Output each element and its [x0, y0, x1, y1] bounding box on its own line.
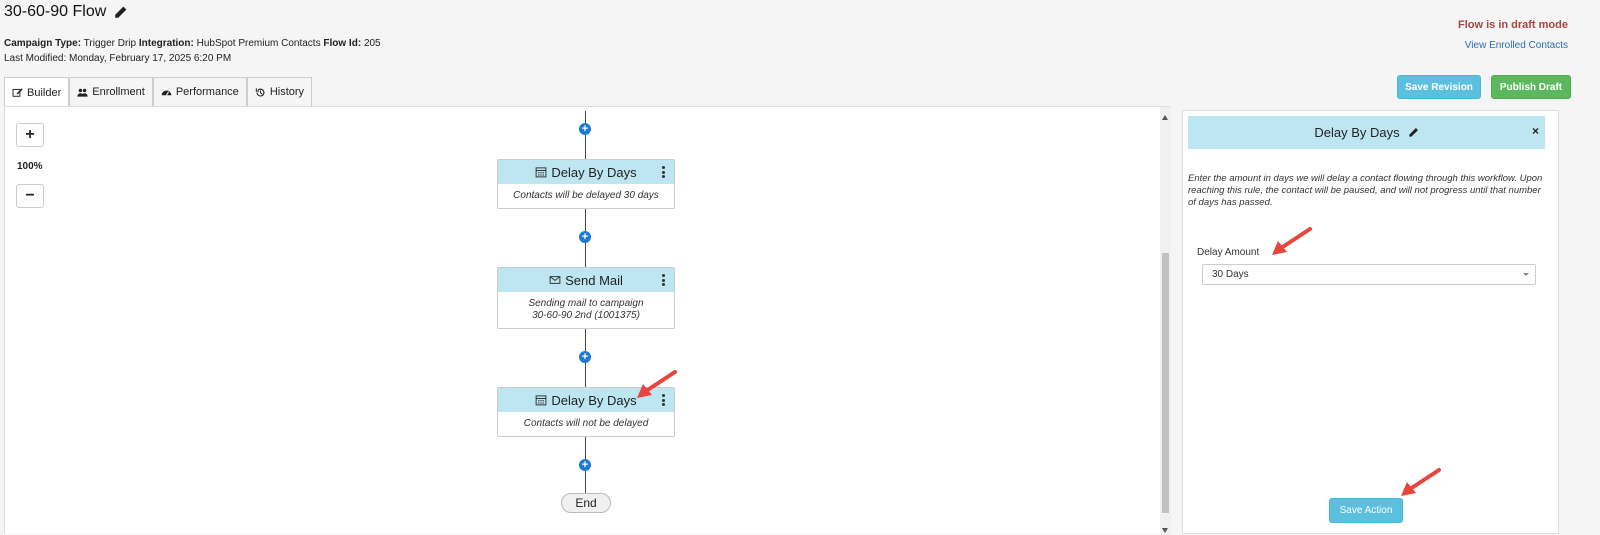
integration-label: Integration: — [138, 38, 194, 49]
integration: HubSpot Premium Contacts — [196, 38, 321, 49]
tab-history[interactable]: History — [246, 77, 313, 106]
close-icon[interactable]: × — [1532, 124, 1539, 138]
connector-line — [585, 111, 586, 123]
scroll-down-icon[interactable] — [1162, 528, 1168, 533]
calendar-icon — [536, 395, 547, 406]
campaign-type-label: Campaign Type: — [4, 38, 82, 49]
tab-builder[interactable]: Builder — [4, 77, 70, 107]
pencil-icon[interactable] — [1408, 127, 1419, 138]
node-description: Contacts will not be delayed — [523, 418, 649, 429]
node-menu-icon[interactable] — [662, 166, 665, 178]
flow-canvas[interactable]: + 100% − + Delay By Days Contacts will b… — [4, 106, 1171, 535]
flow-node-send-mail[interactable]: Send Mail Sending mail to campaign 30-60… — [497, 267, 675, 329]
flow-node-delay-2[interactable]: Delay By Days Contacts will not be delay… — [497, 387, 675, 437]
flow-meta: Campaign Type: Trigger Drip Integration:… — [4, 38, 381, 49]
connector-line — [585, 471, 586, 493]
page-title: 30-60-90 Flow — [4, 3, 127, 21]
tab-label: History — [269, 86, 305, 98]
tab-enrollment[interactable]: Enrollment — [69, 77, 153, 106]
delay-amount-label: Delay Amount — [1197, 247, 1260, 258]
add-step-icon[interactable]: + — [579, 123, 591, 135]
save-revision-button[interactable]: Save Revision — [1397, 75, 1481, 99]
node-settings-panel: Delay By Days × Enter the amount in days… — [1182, 110, 1559, 534]
users-icon — [77, 88, 88, 97]
zoom-in-button[interactable]: + — [16, 123, 44, 147]
pencil-icon[interactable] — [114, 6, 127, 19]
connector-line — [585, 363, 586, 387]
publish-draft-button[interactable]: Publish Draft — [1491, 75, 1571, 99]
calendar-icon — [536, 167, 547, 178]
node-menu-icon[interactable] — [662, 274, 665, 286]
connector-line — [585, 437, 586, 459]
node-header: Send Mail — [498, 268, 674, 292]
node-description-line: 30-60-90 2nd (1001375) — [532, 310, 640, 321]
node-header: Delay By Days — [498, 160, 674, 184]
last-modified: Last Modified: Monday, February 17, 2025… — [4, 53, 232, 64]
scroll-thumb[interactable] — [1162, 253, 1169, 513]
node-menu-icon[interactable] — [662, 394, 665, 406]
edit-icon — [12, 88, 23, 97]
tab-label: Enrollment — [92, 86, 145, 98]
tab-label: Builder — [27, 86, 62, 99]
annotation-arrow — [1401, 468, 1441, 496]
tab-performance[interactable]: Performance — [152, 77, 247, 106]
zoom-level: 100% — [17, 161, 43, 172]
campaign-type: Trigger Drip — [83, 38, 137, 49]
history-icon — [255, 87, 265, 97]
envelope-icon — [549, 276, 561, 284]
tab-label: Performance — [175, 86, 239, 98]
end-node: End — [561, 493, 611, 513]
flow-node-delay-1[interactable]: Delay By Days Contacts will be delayed 3… — [497, 159, 675, 209]
tab-bar: Builder Enrollment Performance History — [4, 77, 313, 107]
node-header: Delay By Days — [498, 388, 674, 412]
panel-title: Delay By Days — [1314, 125, 1400, 140]
dashboard-icon — [161, 89, 172, 96]
flow-title: 30-60-90 Flow — [4, 3, 107, 20]
add-step-icon[interactable]: + — [579, 351, 591, 363]
node-title: Send Mail — [565, 272, 623, 288]
flow-id-label: Flow Id: — [323, 38, 362, 49]
add-step-icon[interactable]: + — [579, 231, 591, 243]
panel-header: Delay By Days × — [1188, 116, 1545, 149]
node-title: Delay By Days — [551, 392, 637, 408]
annotation-arrow — [1272, 227, 1312, 255]
draft-status: Flow is in draft mode — [1457, 19, 1568, 31]
node-description-line: Sending mail to campaign — [528, 298, 644, 309]
delay-amount-select[interactable]: 30 Days — [1202, 264, 1536, 285]
node-title: Delay By Days — [551, 164, 637, 180]
view-enrolled-link[interactable]: View Enrolled Contacts — [1465, 40, 1568, 51]
scroll-up-icon[interactable] — [1162, 115, 1168, 120]
connector-line — [585, 135, 586, 159]
canvas-scrollbar[interactable] — [1160, 107, 1171, 535]
node-description: Contacts will be delayed 30 days — [513, 190, 659, 201]
flow-id: 205 — [363, 38, 381, 49]
add-step-icon[interactable]: + — [579, 459, 591, 471]
chevron-down-icon — [1523, 273, 1529, 276]
save-action-button[interactable]: Save Action — [1329, 498, 1403, 523]
connector-line — [585, 209, 586, 231]
panel-description: Enter the amount in days we will delay a… — [1188, 173, 1543, 208]
connector-line — [585, 243, 586, 267]
node-description: Sending mail to campaign 30-60-90 2nd (1… — [498, 292, 674, 328]
connector-line — [585, 329, 586, 351]
delay-amount-value: 30 Days — [1212, 269, 1249, 280]
zoom-out-button[interactable]: − — [16, 184, 44, 208]
